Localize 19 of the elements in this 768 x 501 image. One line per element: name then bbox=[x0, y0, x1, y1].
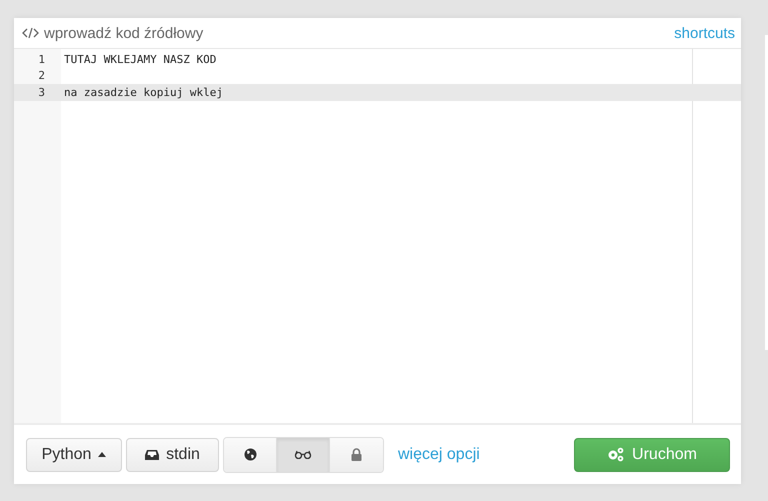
caret-icon bbox=[98, 452, 106, 457]
globe-icon bbox=[244, 448, 256, 461]
globe-toggle[interactable] bbox=[224, 438, 277, 472]
code-editor[interactable]: 1 TUTAJ WKLEJAMY NASZ KOD 2 3 na zasadzie kopiuj wklej bbox=[14, 49, 741, 423]
lock-toggle[interactable] bbox=[330, 438, 383, 472]
line-number: 2 bbox=[37, 69, 45, 82]
line-number: 3 bbox=[37, 86, 45, 99]
glasses-icon bbox=[294, 450, 312, 459]
language-dropdown[interactable]: Python bbox=[26, 438, 122, 472]
lock-icon bbox=[351, 448, 362, 461]
code-icon bbox=[22, 27, 39, 39]
line-number: 1 bbox=[37, 52, 45, 66]
code-line: TUTAJ WKLEJAMY NASZ KOD bbox=[64, 52, 216, 66]
stdin-button[interactable]: stdin bbox=[126, 438, 219, 472]
code-line: na zasadzie kopiuj wklej bbox=[64, 86, 223, 99]
editor-title: wprowadź kod źródłowy bbox=[22, 24, 204, 42]
gears-icon bbox=[607, 447, 626, 462]
glasses-toggle[interactable] bbox=[277, 438, 330, 472]
inbox-icon bbox=[145, 448, 160, 460]
